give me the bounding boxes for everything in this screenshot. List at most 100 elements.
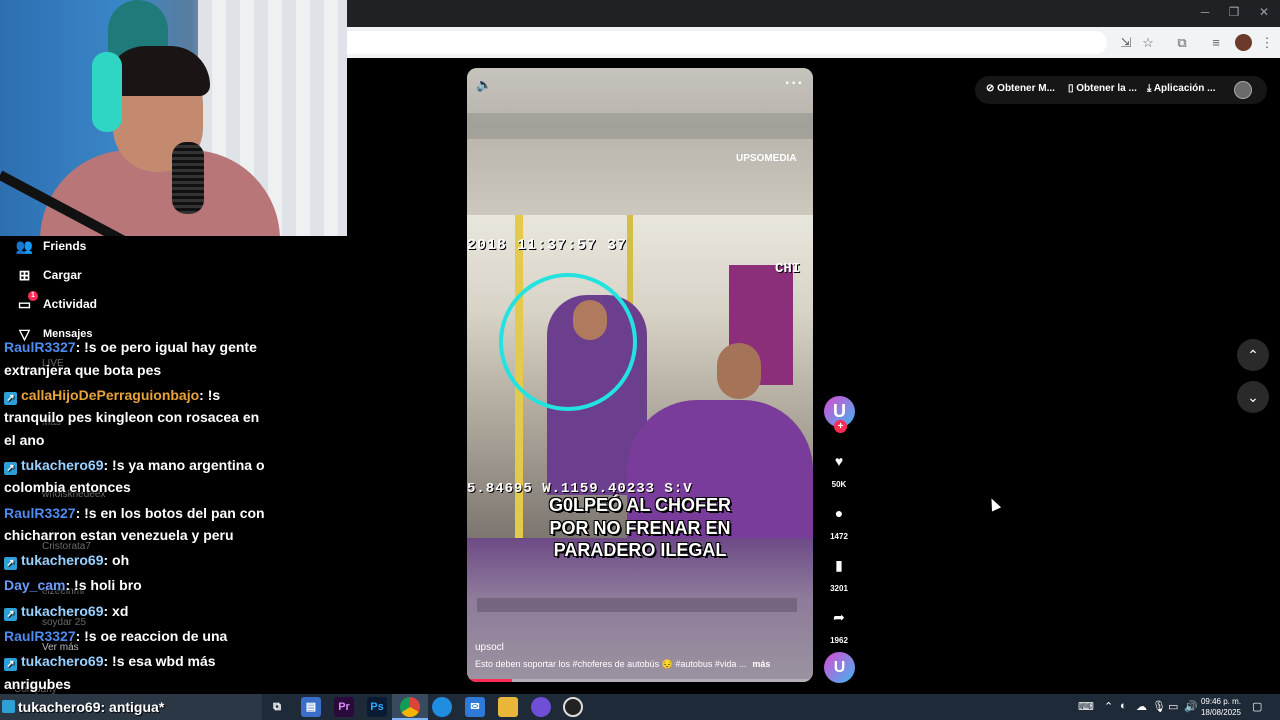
get-coins-button[interactable]: ⊘ Obtener M... (986, 83, 1055, 94)
browser-titlebar: ─ ❐ ✕ (347, 0, 1280, 27)
chat-text: : !s oe reaccion de una (75, 627, 228, 644)
chevron-down-icon: ⌄ (1247, 389, 1259, 405)
follow-plus-icon[interactable]: + (834, 420, 847, 433)
highlight-circle (499, 273, 637, 411)
minimize-icon[interactable]: ─ (1191, 5, 1219, 19)
download-app-label: Aplicación ... (1153, 83, 1216, 94)
clock-time: 09:46 p. m. (1200, 697, 1242, 706)
video-progress-fill (467, 679, 512, 682)
creator-avatar[interactable]: U + (824, 396, 855, 433)
menu-kebab-icon[interactable]: ⋮ (1258, 34, 1276, 52)
chat-message: RaulR3327: !s oe reaccion de una (4, 625, 266, 648)
sidebar-item-upload[interactable]: ⊞ Cargar (16, 264, 82, 286)
save-count: 3201 (830, 584, 848, 593)
profile-avatar[interactable] (1235, 34, 1252, 51)
share-icon[interactable]: ➦ (824, 602, 854, 632)
more-options-icon[interactable]: ··· (785, 75, 804, 93)
close-icon[interactable]: ✕ (1250, 5, 1278, 19)
chat-username[interactable]: RaulR3327 (4, 339, 76, 355)
system-clock[interactable]: 09:46 p. m. 18/08/2025 (1200, 696, 1242, 718)
video-top-blur (467, 68, 813, 215)
media-controls-icon[interactable]: ≡ (1207, 34, 1225, 52)
sidebar-item-friends[interactable]: 👥 Friends (15, 236, 87, 257)
store-icon[interactable]: ▤ (301, 697, 321, 717)
video-player[interactable]: 2018 11:37:57 37 CHI 5.84695 W.1159.4023… (467, 68, 813, 682)
video-progress-bar[interactable] (467, 679, 813, 682)
chat-message: ↗ tukachero69: oh (4, 549, 266, 572)
save-action[interactable]: ▮ 3201 (822, 550, 856, 594)
microphone-icon[interactable]: 🎙 (1152, 700, 1166, 713)
chat-text: : oh (103, 552, 130, 569)
clock-date: 18/08/2025 (1200, 708, 1242, 717)
obs-icon[interactable] (563, 697, 583, 717)
chat-badge-icon: ↗ (4, 658, 17, 671)
browser-toolbar: ⇲ ☆ ⧉ ≡ ⋮ (347, 27, 1280, 58)
friends-icon: 👥 (15, 237, 34, 254)
chat-badge-icon: ↗ (4, 391, 17, 405)
chat-username[interactable]: RaulR3327 (4, 505, 76, 521)
tray-app-icon[interactable]: ◐ (1120, 700, 1127, 712)
music-disc-icon[interactable]: U (824, 652, 855, 683)
caption-line: PARADERO ILEGAL (553, 540, 727, 560)
chat-username[interactable]: Day_cam (4, 577, 66, 593)
download-app-button[interactable]: ⤓ Aplicación ... (1147, 83, 1216, 94)
like-action[interactable]: ♥ 50K (822, 446, 856, 489)
restore-icon[interactable]: ❐ (1220, 5, 1248, 19)
notifications-icon[interactable]: ▢ (1252, 700, 1262, 713)
discord-icon[interactable] (531, 697, 551, 717)
sidebar-item-label: Cargar (43, 268, 82, 282)
bookmark-icon[interactable]: ▮ (824, 550, 854, 580)
task-view-icon[interactable]: ⧉ (267, 697, 287, 717)
more-link[interactable]: más (752, 659, 770, 669)
chrome-icon[interactable] (400, 697, 420, 717)
comment-action[interactable]: ● 1472 (822, 498, 856, 541)
microphone (172, 142, 204, 214)
notification-badge: 1 (28, 290, 38, 301)
creator-initial: U (833, 401, 846, 421)
premiere-icon[interactable]: Pr (334, 697, 354, 717)
chat-username[interactable]: tukachero69 (21, 653, 103, 669)
like-count: 50K (831, 480, 847, 489)
chat-username[interactable]: tukachero69 (21, 552, 103, 568)
edge-icon[interactable] (432, 697, 452, 717)
chevron-up-icon: ⌃ (1247, 347, 1259, 363)
heart-icon[interactable]: ♥ (824, 446, 854, 476)
top-actions-bar: ⊘ Obtener M... ▯ Obtener la ... ⤓ Aplica… (975, 76, 1267, 104)
comment-count: 1472 (830, 532, 848, 541)
get-app-button[interactable]: ▯ Obtener la ... (1068, 83, 1137, 94)
screen: ─ ❐ ✕ ⇲ ☆ ⧉ ≡ ⋮ 👥 Friends ⊞ Cargar ▭ 1 Ac… (0, 0, 1280, 720)
tray-chevron-icon[interactable]: ⌃ (1104, 700, 1113, 713)
comment-icon[interactable]: ● (824, 498, 854, 528)
user-avatar[interactable] (1234, 81, 1252, 99)
chat-message: ↗ tukachero69: !s ya mano argentina o col… (4, 454, 266, 499)
photoshop-icon[interactable]: Ps (367, 697, 387, 717)
share-action[interactable]: ➦ 1962 (822, 602, 856, 646)
sidebar-item-activity[interactable]: ▭ 1 Actividad (16, 290, 97, 315)
next-video-button[interactable]: ⌄ (1237, 381, 1269, 413)
chat-message: RaulR3327: !s en los botos del pan con c… (4, 502, 266, 547)
extensions-icon[interactable]: ⧉ (1173, 34, 1191, 52)
video-username[interactable]: upsocl (475, 642, 504, 653)
install-app-icon[interactable]: ⇲ (1117, 34, 1135, 52)
mail-icon[interactable]: ✉ (465, 697, 485, 717)
caption-line: G0LPEÓ AL CHOFER (548, 495, 732, 515)
file-explorer-icon[interactable] (498, 697, 518, 717)
network-icon[interactable]: ▭ (1168, 700, 1178, 713)
chat-message: Day_cam: !s holi bro (4, 574, 266, 597)
video-footage: 2018 11:37:57 37 CHI 5.84695 W.1159.4023… (467, 215, 813, 540)
bookmark-star-icon[interactable]: ☆ (1139, 34, 1157, 52)
address-bar[interactable] (347, 31, 1107, 54)
volume-icon[interactable]: 🔈 (476, 77, 492, 93)
keyboard-icon[interactable]: ⌨ (1078, 700, 1094, 713)
taskbar-search[interactable]: tukachero69: antigua* (0, 694, 262, 720)
chat-username[interactable]: tukachero69 (21, 457, 103, 473)
chat-username[interactable]: tukachero69 (21, 603, 103, 619)
speaker-icon[interactable]: 🔊 (1184, 700, 1198, 713)
chat-badge-icon: ↗ (4, 461, 17, 475)
chat-message: ↗ tukachero69: !s esa wbd más anrigubes (4, 650, 266, 694)
previous-video-button[interactable]: ⌃ (1237, 339, 1269, 371)
chat-username[interactable]: RaulR3327 (4, 628, 76, 644)
chat-username[interactable]: callaHijoDePerraguionbajo (21, 387, 199, 403)
tray-cloud-icon[interactable]: ☁ (1136, 700, 1147, 713)
webcam-overlay (0, 0, 347, 236)
